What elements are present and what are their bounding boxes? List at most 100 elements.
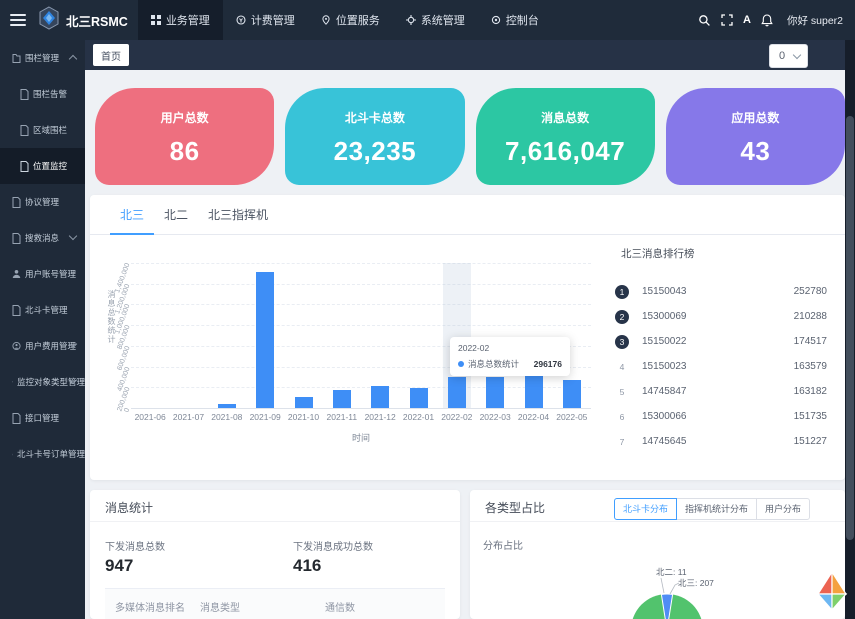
pie-label-beisan: 北三: 207 bbox=[678, 577, 714, 589]
type-ratio-panel: 各类型占比 北斗卡分布 指挥机统计分布 用户分布 分布占比 北二: 11 北三:… bbox=[470, 490, 845, 619]
diamond-logo-icon[interactable] bbox=[816, 570, 848, 612]
sidebar-item-sar-message[interactable]: 搜救消息 bbox=[0, 220, 85, 256]
sidebar-item-interface-mgmt[interactable]: 接口管理 bbox=[0, 400, 85, 436]
menu-item-business[interactable]: 业务管理 bbox=[138, 0, 223, 40]
ranking-row[interactable]: 3 15150022 174517 bbox=[615, 329, 827, 354]
dashboard-root: 北三RSMC 业务管理 计费管理 位置服务 系统管理 控制台 bbox=[0, 0, 855, 619]
column-header-count: 通信数 bbox=[325, 599, 355, 614]
sidebar-item-user-fee-mgmt[interactable]: 用户费用管理 bbox=[0, 328, 85, 364]
sidebar-item-user-account-mgmt[interactable]: 用户账号管理 bbox=[0, 256, 85, 292]
ranking-row[interactable]: 5 14745847 163182 bbox=[615, 379, 827, 404]
metric-label-sent-total: 下发消息总数 bbox=[105, 538, 165, 553]
gridline bbox=[131, 387, 591, 388]
card-total-messages[interactable]: 消息总数 7,616,047 bbox=[476, 88, 655, 185]
chart-bar[interactable] bbox=[295, 397, 313, 408]
x-tick-label: 2021-10 bbox=[284, 412, 322, 422]
button-beidou-card-dist[interactable]: 北斗卡分布 bbox=[614, 498, 677, 520]
x-tick-label: 2021-07 bbox=[169, 412, 207, 422]
sidebar: 围栏管理 围栏告警 区域围栏 位置监控 协议管理 搜救消息 用户账号管理 北斗 bbox=[0, 40, 85, 619]
ranking-row[interactable]: 2 15300069 210288 bbox=[615, 304, 827, 329]
sidebar-item-location-monitor[interactable]: 位置监控 bbox=[0, 148, 85, 184]
hamburger-menu-icon[interactable] bbox=[10, 14, 26, 26]
folder-icon bbox=[12, 53, 21, 64]
menu-item-billing[interactable]: 计费管理 bbox=[223, 0, 308, 40]
sidebar-item-area-fence[interactable]: 区域围栏 bbox=[0, 112, 85, 148]
card-total-users[interactable]: 用户总数 86 bbox=[95, 88, 274, 185]
menu-item-location[interactable]: 位置服务 bbox=[308, 0, 393, 40]
button-user-dist[interactable]: 用户分布 bbox=[756, 498, 810, 520]
sidebar-item-fence-alarm[interactable]: 围栏告警 bbox=[0, 76, 85, 112]
chart-bar[interactable] bbox=[371, 386, 389, 408]
scrollbar-track[interactable] bbox=[845, 40, 855, 619]
ranking-row[interactable]: 1 15150043 252780 bbox=[615, 279, 827, 304]
x-tick-label: 2021-12 bbox=[361, 412, 399, 422]
user-greeting[interactable]: 你好 super2 bbox=[787, 13, 843, 28]
x-tick-label: 2022-01 bbox=[399, 412, 437, 422]
x-tick-label: 2021-08 bbox=[208, 412, 246, 422]
user-circle-icon bbox=[12, 341, 21, 351]
table-header-row: 多媒体消息排名 消息类型 通信数 bbox=[105, 588, 445, 619]
rank-badge: 4 bbox=[615, 360, 629, 374]
tab-home[interactable]: 首页 bbox=[93, 44, 129, 66]
chart-bar[interactable] bbox=[448, 377, 466, 408]
gear-icon bbox=[406, 15, 416, 25]
chart-bar[interactable] bbox=[256, 272, 274, 408]
sidebar-item-monitor-object-type-mgmt[interactable]: 监控对象类型管理 bbox=[0, 364, 85, 400]
main-menu: 业务管理 计费管理 位置服务 系统管理 控制台 bbox=[138, 0, 552, 40]
file-icon bbox=[12, 197, 21, 208]
metric-value-sent-success: 416 bbox=[293, 556, 321, 576]
ranking-row[interactable]: 7 14745645 151227 bbox=[615, 429, 827, 454]
tag-bar: 首页 0 bbox=[85, 40, 855, 70]
font-size-icon[interactable]: A bbox=[743, 14, 751, 26]
ranking-list: 1 15150043 252780 2 15300069 210288 3 15… bbox=[615, 279, 827, 454]
rank-badge: 2 bbox=[615, 310, 629, 324]
tab-beisan[interactable]: 北三 bbox=[110, 195, 154, 234]
column-header-rank: 多媒体消息排名 bbox=[115, 599, 185, 614]
button-command-stat-dist[interactable]: 指挥机统计分布 bbox=[676, 498, 757, 520]
rank-badge: 1 bbox=[615, 285, 629, 299]
gridline bbox=[131, 284, 591, 285]
chevron-down-icon bbox=[69, 232, 77, 240]
ranking-row[interactable]: 4 15150023 163579 bbox=[615, 354, 827, 379]
tag-counter-value: 0 bbox=[779, 50, 794, 62]
scrollbar-thumb[interactable] bbox=[846, 116, 854, 540]
tag-counter-dropdown[interactable]: 0 bbox=[769, 44, 808, 68]
chart-bar[interactable] bbox=[486, 377, 504, 408]
sidebar-item-fence-mgmt[interactable]: 围栏管理 bbox=[0, 40, 85, 76]
card-total-apps[interactable]: 应用总数 43 bbox=[666, 88, 845, 185]
sidebar-item-beidou-card-mgmt[interactable]: 北斗卡管理 bbox=[0, 292, 85, 328]
card-total-beidou-cards[interactable]: 北斗卡总数 23,235 bbox=[285, 88, 464, 185]
file-icon bbox=[12, 233, 21, 244]
sidebar-item-protocol-mgmt[interactable]: 协议管理 bbox=[0, 184, 85, 220]
file-icon bbox=[20, 89, 29, 100]
tooltip-title: 2022-02 bbox=[458, 343, 562, 353]
user-icon bbox=[12, 269, 21, 279]
menu-item-system[interactable]: 系统管理 bbox=[393, 0, 478, 40]
chart-bar[interactable] bbox=[410, 388, 428, 408]
chart-bar[interactable] bbox=[563, 380, 581, 408]
location-pin-icon bbox=[321, 15, 331, 25]
divider bbox=[470, 521, 845, 522]
chart-bar[interactable] bbox=[218, 404, 236, 408]
leader-line bbox=[661, 578, 664, 593]
x-tick-label: 2022-04 bbox=[514, 412, 552, 422]
chart-bar[interactable] bbox=[333, 390, 351, 408]
stat-cards: 用户总数 86 北斗卡总数 23,235 消息总数 7,616,047 应用总数… bbox=[95, 88, 845, 185]
search-icon[interactable] bbox=[697, 13, 711, 27]
tab-beisan-command[interactable]: 北三指挥机 bbox=[198, 195, 278, 234]
ranking-title: 北三消息排行榜 bbox=[621, 246, 695, 261]
chevron-up-icon bbox=[69, 55, 77, 63]
sidebar-item-beidou-card-order-mgmt[interactable]: 北斗卡号订单管理 bbox=[0, 436, 85, 472]
rank-badge: 6 bbox=[615, 410, 629, 424]
fullscreen-icon[interactable] bbox=[720, 13, 734, 27]
bell-icon[interactable] bbox=[760, 13, 774, 27]
console-icon bbox=[491, 15, 501, 25]
ranking-row[interactable]: 6 15300066 151735 bbox=[615, 404, 827, 429]
panel-tabs: 北三 北二 北三指挥机 bbox=[90, 195, 845, 235]
file-icon bbox=[12, 305, 21, 316]
x-tick-label: 2022-05 bbox=[553, 412, 591, 422]
metric-value-sent-total: 947 bbox=[105, 556, 133, 576]
tab-beier[interactable]: 北二 bbox=[154, 195, 198, 234]
rank-badge: 5 bbox=[615, 385, 629, 399]
menu-item-console[interactable]: 控制台 bbox=[478, 0, 552, 40]
